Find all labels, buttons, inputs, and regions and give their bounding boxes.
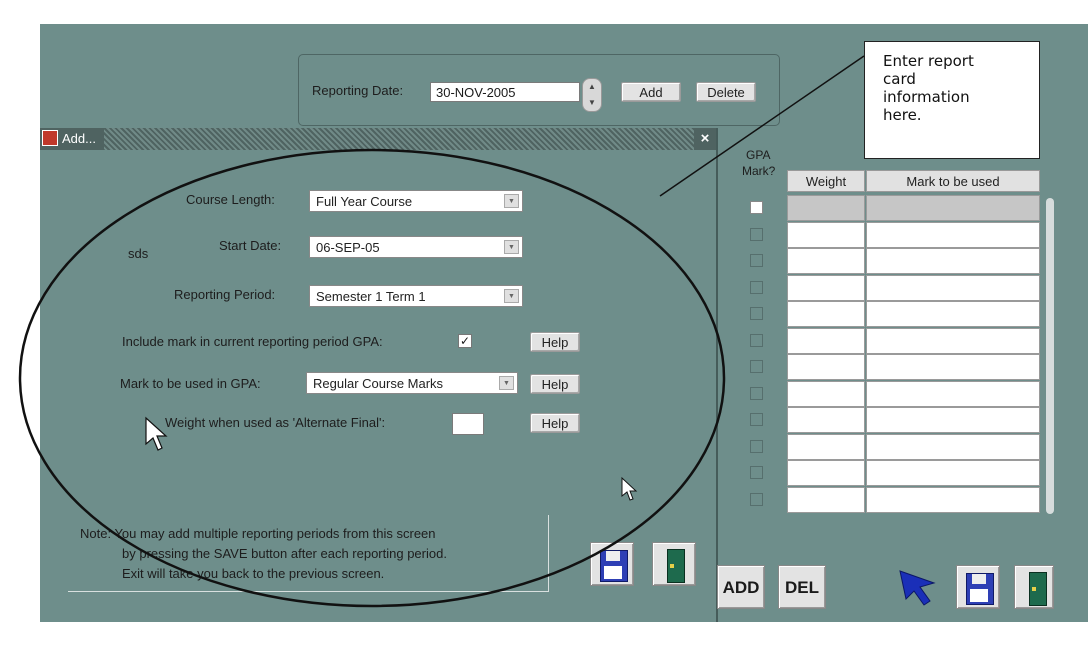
close-icon[interactable]: × xyxy=(694,128,716,150)
mark-cell[interactable] xyxy=(866,248,1040,274)
weight-label: Weight when used as 'Alternate Final': xyxy=(165,415,386,430)
gpa-mark-checkbox[interactable] xyxy=(750,440,763,453)
help-button-weight[interactable]: Help xyxy=(530,413,580,433)
dialog-title-area: Add... xyxy=(40,128,104,150)
gpa-mark-checkbox[interactable] xyxy=(750,413,763,426)
delete-row-button[interactable]: DEL xyxy=(778,565,826,609)
mark-cell[interactable] xyxy=(866,301,1040,327)
mark-cell[interactable] xyxy=(866,434,1040,460)
dialog-titlebar[interactable]: Add... × xyxy=(40,128,716,150)
note-line: Exit will take you back to the previous … xyxy=(122,566,385,581)
mark-cell[interactable] xyxy=(866,222,1040,248)
save-icon xyxy=(600,550,628,582)
start-date-label: Start Date: xyxy=(219,238,282,253)
reporting-date-input[interactable]: 30-NOV-2005 xyxy=(430,82,580,102)
pointer-arrow-icon[interactable] xyxy=(896,565,940,609)
spinner-up-icon[interactable]: ▲ xyxy=(583,79,601,95)
weight-cell[interactable] xyxy=(787,222,865,248)
start-date-select[interactable]: 06-SEP-05 ▼ xyxy=(309,236,523,258)
grid-scrollbar[interactable] xyxy=(1046,198,1054,514)
course-length-select[interactable]: Full Year Course ▼ xyxy=(309,190,523,212)
mark-in-gpa-value: Regular Course Marks xyxy=(313,376,444,391)
gpa-mark-checkbox[interactable] xyxy=(750,307,763,320)
gpa-header: GPA xyxy=(746,148,771,162)
date-spinner[interactable]: ▲ ▼ xyxy=(582,78,602,112)
reporting-date-label: Reporting Date: xyxy=(312,83,404,98)
dialog-exit-button[interactable] xyxy=(652,542,696,586)
exit-door-icon xyxy=(667,549,685,583)
mark-cell[interactable] xyxy=(866,460,1040,486)
help-button-include[interactable]: Help xyxy=(530,332,580,352)
mark-cell[interactable] xyxy=(866,195,1040,221)
mark-cell[interactable] xyxy=(866,328,1040,354)
mark-column-header: Mark to be used xyxy=(866,170,1040,192)
dialog-save-button[interactable] xyxy=(590,542,634,586)
mark-cell[interactable] xyxy=(866,487,1040,513)
combo-arrow-icon[interactable]: ▼ xyxy=(504,240,519,254)
dialog-title: Add... xyxy=(62,131,96,146)
course-length-label: Course Length: xyxy=(186,192,275,207)
reporting-period-select[interactable]: Semester 1 Term 1 ▼ xyxy=(309,285,523,307)
callout-box: Enter report card information here. xyxy=(864,41,1040,159)
mark-in-gpa-select[interactable]: Regular Course Marks ▼ xyxy=(306,372,518,394)
course-length-value: Full Year Course xyxy=(316,194,413,209)
panel-save-button[interactable] xyxy=(956,565,1000,609)
weight-cell[interactable] xyxy=(787,328,865,354)
weight-cell[interactable] xyxy=(787,487,865,513)
weight-cell[interactable] xyxy=(787,407,865,433)
bottom-margin xyxy=(40,622,1088,652)
weight-cell[interactable] xyxy=(787,195,865,221)
add-date-button[interactable]: Add xyxy=(621,82,681,102)
callout-line: Enter report xyxy=(883,52,974,70)
mark-cell[interactable] xyxy=(866,275,1040,301)
gpa-mark-checkbox[interactable] xyxy=(750,466,763,479)
mark-cell[interactable] xyxy=(866,354,1040,380)
note-text: Note: You may add multiple reporting per… xyxy=(80,524,447,584)
mark-cell[interactable] xyxy=(866,407,1040,433)
weight-cell[interactable] xyxy=(787,381,865,407)
combo-arrow-icon[interactable]: ▼ xyxy=(504,194,519,208)
weight-cell[interactable] xyxy=(787,434,865,460)
weight-input[interactable] xyxy=(452,413,484,435)
add-row-button[interactable]: ADD xyxy=(717,565,765,609)
mark-in-gpa-label: Mark to be used in GPA: xyxy=(120,376,261,391)
exit-door-icon xyxy=(1029,572,1047,606)
gpa-mark-header: Mark? xyxy=(742,164,776,178)
save-icon xyxy=(966,573,994,605)
reporting-period-label: Reporting Period: xyxy=(174,287,276,302)
gpa-mark-checkbox[interactable] xyxy=(750,360,763,373)
mark-cell[interactable] xyxy=(866,381,1040,407)
weight-cell[interactable] xyxy=(787,248,865,274)
reporting-period-value: Semester 1 Term 1 xyxy=(316,289,426,304)
spinner-down-icon[interactable]: ▼ xyxy=(583,95,601,111)
weight-cell[interactable] xyxy=(787,275,865,301)
weight-cell[interactable] xyxy=(787,354,865,380)
gpa-mark-checkbox[interactable] xyxy=(750,201,763,214)
include-mark-label: Include mark in current reporting period… xyxy=(122,334,383,349)
weight-cell[interactable] xyxy=(787,460,865,486)
sds-label: sds xyxy=(128,246,149,261)
gpa-mark-checkbox[interactable] xyxy=(750,228,763,241)
combo-arrow-icon[interactable]: ▼ xyxy=(499,376,514,390)
gpa-mark-checkbox[interactable] xyxy=(750,281,763,294)
gpa-mark-checkbox[interactable] xyxy=(750,387,763,400)
weight-column-header: Weight xyxy=(787,170,865,192)
include-mark-checkbox[interactable]: ✓ xyxy=(458,334,472,348)
gpa-mark-checkbox[interactable] xyxy=(750,254,763,267)
help-button-mark[interactable]: Help xyxy=(530,374,580,394)
gpa-mark-checkbox[interactable] xyxy=(750,334,763,347)
weight-cell[interactable] xyxy=(787,301,865,327)
note-line: by pressing the SAVE button after each r… xyxy=(122,546,447,561)
app-icon xyxy=(42,130,58,146)
gpa-mark-checkbox[interactable] xyxy=(750,493,763,506)
start-date-value: 06-SEP-05 xyxy=(316,240,380,255)
callout-line: information xyxy=(883,88,970,106)
delete-date-button[interactable]: Delete xyxy=(696,82,756,102)
panel-exit-button[interactable] xyxy=(1014,565,1054,609)
note-line: Note: You may add multiple reporting per… xyxy=(80,526,436,541)
combo-arrow-icon[interactable]: ▼ xyxy=(504,289,519,303)
callout-line: card xyxy=(883,70,916,88)
callout-line: here. xyxy=(883,106,922,124)
